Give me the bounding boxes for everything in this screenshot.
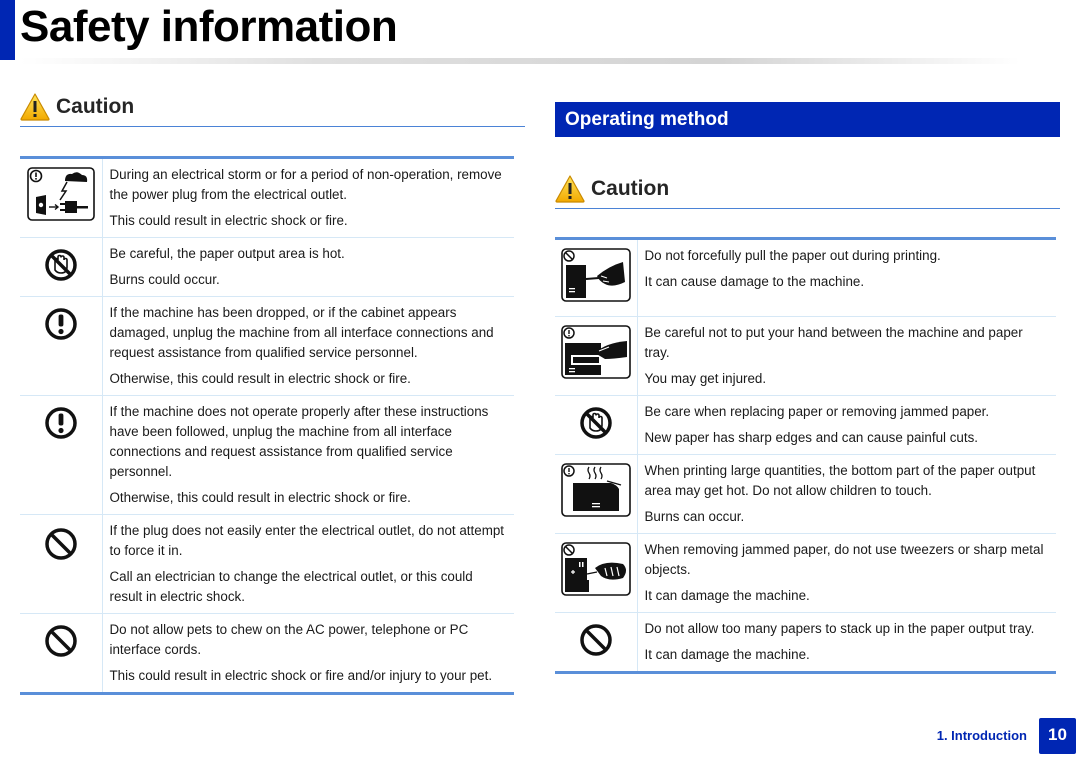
text-cell: If the machine has been dropped, or if t… [102, 296, 514, 396]
item-note: Burns could occur. [109, 272, 220, 287]
item-main: Do not forcefully pull the paper out dur… [644, 248, 941, 263]
item-note: This could result in electric shock or f… [109, 213, 348, 228]
caution-rule-left [20, 126, 525, 127]
item-note: It can damage the machine. [644, 588, 810, 603]
icon-cell [555, 533, 638, 613]
text-cell: Be care when replacing paper or removing… [637, 395, 1056, 455]
table-row: Do not allow pets to chew on the AC powe… [20, 613, 514, 694]
text-cell: Do not allow too many papers to stack up… [637, 612, 1056, 673]
table-row: If the plug does not easily enter the el… [20, 514, 514, 614]
item-note: This could result in electric shock or f… [109, 668, 493, 683]
icon-cell [555, 316, 638, 396]
section-heading-operating-method: Operating method [555, 102, 1060, 137]
no-tweezers-icon [560, 542, 631, 596]
item-main: When removing jammed paper, do not use t… [644, 542, 1044, 577]
warning-triangle-icon [20, 93, 50, 121]
caution-label: Caution [591, 177, 670, 200]
item-main: Do not allow too many papers to stack up… [644, 621, 1035, 636]
item-main: Do not allow pets to chew on the AC powe… [109, 622, 469, 657]
table-row: If the machine has been dropped, or if t… [20, 296, 514, 396]
prohibited-icon [580, 624, 612, 656]
warning-triangle-icon [555, 175, 585, 203]
table-row: When printing large quantities, the bott… [555, 454, 1056, 534]
table-row: During an electrical storm or for a peri… [20, 157, 514, 238]
page-title: Safety information [20, 2, 398, 51]
item-note: Otherwise, this could result in electric… [109, 371, 411, 386]
table-row: Be careful not to put your hand between … [555, 316, 1056, 396]
text-cell: If the machine does not operate properly… [102, 395, 514, 515]
page-number: 10 [1039, 718, 1076, 754]
title-rule [20, 58, 1020, 64]
icon-cell [555, 454, 638, 534]
table-row: Do not allow too many papers to stack up… [555, 612, 1056, 673]
caution-heading-left: Caution [20, 93, 134, 121]
hand-in-tray-icon [560, 325, 631, 379]
item-main: If the plug does not easily enter the el… [109, 523, 505, 558]
table-row: Do not forcefully pull the paper out dur… [555, 238, 1056, 317]
icon-cell [20, 296, 103, 396]
text-cell: Do not forcefully pull the paper out dur… [637, 239, 1056, 317]
item-note: It can damage the machine. [644, 647, 810, 662]
prohibited-icon [45, 528, 77, 560]
item-note: You may get injured. [644, 371, 767, 386]
item-note: It can cause damage to the machine. [644, 274, 865, 289]
right-safety-table: Do not forcefully pull the paper out dur… [555, 237, 1056, 674]
text-cell: During an electrical storm or for a peri… [102, 158, 514, 238]
text-cell: Be careful, the paper output area is hot… [102, 237, 514, 297]
icon-cell [555, 612, 638, 673]
text-cell: When printing large quantities, the bott… [637, 454, 1056, 534]
icon-cell [20, 237, 103, 297]
no-touch-hand-icon [580, 407, 612, 439]
title-accent-bar [0, 0, 15, 60]
table-row: Be careful, the paper output area is hot… [20, 237, 514, 297]
item-main: If the machine has been dropped, or if t… [109, 305, 494, 360]
table-row: If the machine does not operate properly… [20, 395, 514, 515]
prohibited-icon [45, 625, 77, 657]
item-note: New paper has sharp edges and can cause … [644, 430, 979, 445]
hot-output-icon [560, 463, 631, 517]
item-main: Be careful, the paper output area is hot… [109, 246, 345, 261]
text-cell: Do not allow pets to chew on the AC powe… [102, 613, 514, 694]
footer-section-link[interactable]: 1. Introduction [937, 728, 1027, 743]
left-safety-table: During an electrical storm or for a peri… [20, 156, 514, 695]
text-cell: When removing jammed paper, do not use t… [637, 533, 1056, 613]
mandatory-icon [45, 407, 77, 439]
caution-label: Caution [56, 95, 135, 118]
item-main: Be careful not to put your hand between … [644, 325, 1023, 360]
item-note: Burns can occur. [644, 509, 745, 524]
icon-cell [20, 613, 103, 694]
no-touch-hand-icon [45, 249, 77, 281]
icon-cell [555, 395, 638, 455]
item-main: If the machine does not operate properly… [109, 404, 489, 479]
item-note: Call an electrician to change the electr… [109, 569, 473, 604]
table-row: When removing jammed paper, do not use t… [555, 533, 1056, 613]
no-pull-paper-icon [560, 248, 631, 302]
text-cell: If the plug does not easily enter the el… [102, 514, 514, 614]
table-row: Be care when replacing paper or removing… [555, 395, 1056, 455]
mandatory-icon [45, 308, 77, 340]
item-note: Otherwise, this could result in electric… [109, 490, 411, 505]
text-cell: Be careful not to put your hand between … [637, 316, 1056, 396]
icon-cell [555, 238, 638, 317]
item-main: During an electrical storm or for a peri… [109, 167, 502, 202]
item-main: Be care when replacing paper or removing… [644, 404, 990, 419]
icon-cell [20, 157, 103, 238]
item-main: When printing large quantities, the bott… [644, 463, 1036, 498]
icon-cell [20, 395, 103, 515]
caution-heading-right: Caution [555, 175, 669, 203]
caution-rule-right [555, 208, 1060, 209]
icon-cell [20, 514, 103, 614]
unplug-storm-icon [26, 167, 95, 221]
